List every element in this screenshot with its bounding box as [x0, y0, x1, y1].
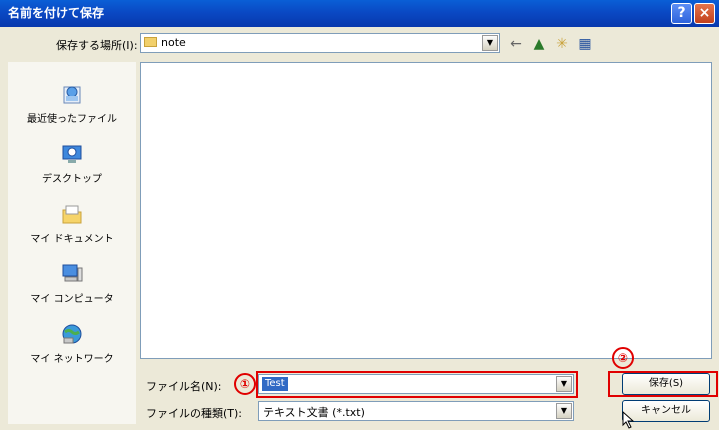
new-folder-icon[interactable]: ✳	[551, 33, 573, 55]
my-documents-icon	[62, 205, 82, 224]
my-network-icon	[62, 324, 82, 344]
highlight-save-box	[608, 371, 718, 397]
title-bar: 名前を付けて保存 ? ×	[0, 0, 719, 27]
desktop-icon	[62, 145, 82, 163]
my-computer-icon	[62, 264, 83, 282]
places-bar: 最近使ったファイル デスクトップ マイ ドキュメント マイ コンピュータ マイ …	[8, 62, 136, 424]
close-button[interactable]: ×	[694, 3, 715, 24]
chevron-down-icon[interactable]: ▼	[482, 35, 498, 51]
file-list[interactable]	[140, 62, 712, 359]
place-my-network[interactable]: マイ ネットワーク	[8, 318, 136, 378]
step-marker-2: ②	[612, 347, 634, 369]
filename-label: ファイル名(N):	[146, 380, 222, 393]
place-my-network-label: マイ ネットワーク	[30, 354, 114, 365]
place-my-documents-label: マイ ドキュメント	[30, 234, 114, 245]
chevron-down-icon[interactable]: ▼	[556, 403, 572, 419]
filetype-value: テキスト文書 (*.txt)	[263, 406, 365, 419]
save-in-label: 保存する場所(I):	[56, 39, 138, 52]
view-menu-icon[interactable]: ▦	[574, 33, 596, 55]
help-button[interactable]: ?	[671, 3, 692, 24]
place-recent-label: 最近使ったファイル	[27, 114, 117, 125]
highlight-filename-box	[256, 371, 578, 398]
filetype-combobox[interactable]: テキスト文書 (*.txt) ▼	[258, 401, 574, 421]
place-my-computer-label: マイ コンピュータ	[30, 294, 114, 305]
mouse-pointer-icon	[622, 411, 635, 429]
recent-icon	[63, 86, 81, 104]
place-my-computer[interactable]: マイ コンピュータ	[8, 258, 136, 318]
back-icon[interactable]: ←	[505, 33, 527, 55]
filetype-label: ファイルの種類(T):	[146, 407, 243, 420]
dialog-title: 名前を付けて保存	[8, 6, 105, 20]
place-my-documents[interactable]: マイ ドキュメント	[8, 198, 136, 258]
save-in-value: note	[161, 36, 186, 49]
place-desktop[interactable]: デスクトップ	[8, 138, 136, 198]
place-recent[interactable]: 最近使ったファイル	[8, 78, 136, 138]
step-marker-1: ①	[234, 373, 256, 395]
place-desktop-label: デスクトップ	[42, 174, 102, 185]
save-as-dialog: 名前を付けて保存 ? × 保存する場所(I): note ▼ ← ▲ ✳ ▦ 最…	[0, 0, 719, 430]
save-in-combobox[interactable]: note ▼	[140, 33, 500, 53]
folder-icon	[144, 37, 157, 47]
up-folder-icon[interactable]: ▲	[528, 33, 550, 55]
